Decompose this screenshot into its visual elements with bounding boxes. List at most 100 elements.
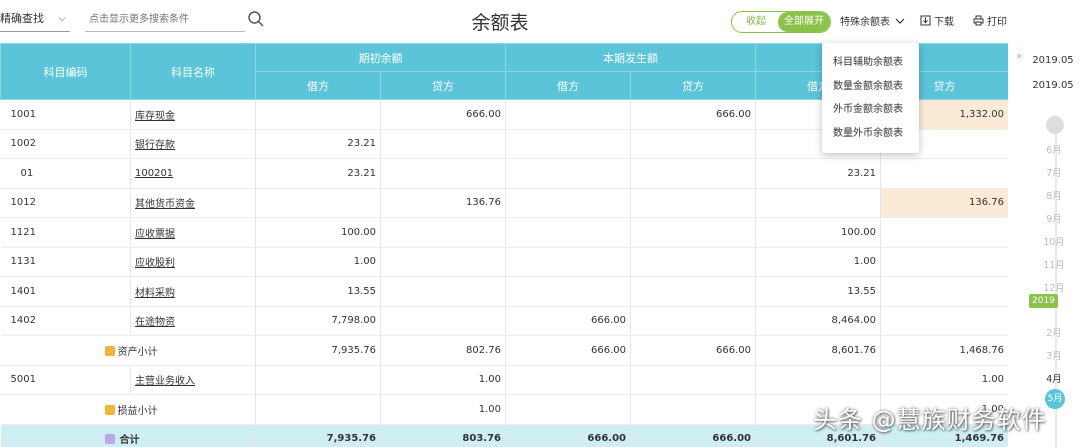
header-name: 科目名称 [130, 43, 256, 100]
table-row[interactable]: 01 100201 23.21 23.21 [0, 158, 1008, 189]
current-credit [630, 276, 756, 307]
month-item[interactable]: 7月 [1028, 165, 1080, 179]
month-item[interactable]: 9月 [1028, 211, 1080, 225]
menu-item-qty-fx-balance[interactable]: 数量外币余额表 [822, 122, 919, 146]
account-link[interactable]: 银行存款 [130, 129, 256, 159]
account-link[interactable]: 主营业务收入 [130, 365, 256, 395]
closing-credit: 1.00 [880, 365, 1008, 395]
total-label: 合计 [119, 435, 140, 447]
subtotal-label: 资产小计 [117, 346, 158, 358]
table-row[interactable]: 5001 主营业务收入 1.00 1.00 [0, 365, 1008, 395]
opening-credit [380, 247, 506, 277]
row-code: 1012 [0, 188, 131, 218]
month-item[interactable]: 4月 [1028, 371, 1080, 385]
current-credit: 666.00 [630, 99, 756, 130]
header-current-debit: 借方 [505, 71, 631, 100]
search-mode-select[interactable]: 精确查找 ⌵ [0, 8, 70, 32]
row-code: 5001 [0, 365, 131, 395]
closing-credit [880, 247, 1008, 277]
month-item[interactable]: 11月 [1028, 257, 1080, 271]
current-debit [505, 217, 631, 248]
opening-debit: 23.21 [255, 158, 381, 189]
account-link[interactable]: 在途物资 [130, 306, 256, 336]
table-row[interactable]: 1012 其他货币资金 136.76 136.76 [0, 188, 1008, 218]
current-credit: 666.00 [630, 335, 756, 366]
opening-credit [380, 129, 506, 159]
menu-item-qty-amount-balance[interactable]: 数量金额余额表 [822, 75, 919, 99]
row-code: 1121 [0, 217, 131, 248]
account-link[interactable]: 库存现金 [130, 99, 256, 130]
header-opening-credit: 贷方 [380, 71, 506, 100]
month-item[interactable]: 3月 [1028, 348, 1080, 362]
menu-item-fx-amount-balance[interactable]: 外币金额余额表 [822, 98, 919, 122]
current-credit [630, 188, 756, 218]
folder-icon [104, 345, 115, 356]
period-end[interactable]: 2019.05 [1026, 80, 1080, 91]
opening-credit: 136.76 [380, 188, 506, 218]
current-credit [630, 306, 756, 336]
search-icon[interactable] [247, 10, 265, 28]
opening-debit: 7,935.76 [255, 335, 381, 366]
table-row[interactable]: 1401 材料采购 13.55 13.55 [0, 276, 1008, 307]
opening-debit [255, 365, 381, 395]
month-item[interactable]: 6月 [1028, 142, 1080, 156]
month-item[interactable]: 8月 [1028, 188, 1080, 202]
row-code: 01 [0, 158, 131, 189]
header-current-credit: 贷方 [630, 71, 756, 100]
subtotal-label-cell: 资产小计 [0, 335, 256, 366]
row-code: 1401 [0, 276, 131, 307]
search-input[interactable] [85, 8, 245, 32]
header-current: 本期发生额 [505, 43, 756, 72]
closing-debit: 23.21 [755, 158, 881, 189]
closing-credit: 1,468.76 [880, 335, 1008, 366]
current-debit [505, 276, 631, 307]
current-credit: 666.00 [630, 424, 756, 447]
current-debit [505, 394, 631, 425]
row-code: 1131 [0, 247, 131, 277]
opening-debit: 23.21 [255, 129, 381, 159]
account-link[interactable]: 应收股利 [130, 247, 256, 277]
table-row[interactable]: 1121 应收票据 100.00 100.00 [0, 217, 1008, 248]
period-start[interactable]: 2019.05 [1026, 55, 1080, 66]
row-code: 1001 [0, 99, 131, 130]
expand-toggle[interactable]: 收起 全部展开 [731, 11, 831, 33]
current-debit: 666.00 [505, 424, 631, 447]
menu-item-aux-balance[interactable]: 科目辅助余额表 [822, 51, 919, 75]
current-debit [505, 158, 631, 189]
current-debit [505, 365, 631, 395]
table-row[interactable]: 1402 在途物资 7,798.00 666.00 8,464.00 [0, 306, 1008, 336]
special-balance-button[interactable]: 特殊余额表 [840, 13, 905, 28]
sum-icon [104, 434, 115, 445]
printer-icon [973, 15, 984, 26]
current-credit [630, 158, 756, 189]
closing-credit [880, 276, 1008, 307]
account-link[interactable]: 应收票据 [130, 217, 256, 248]
total-label-cell: 合计 [0, 424, 256, 447]
account-link[interactable]: 其他货币资金 [130, 188, 256, 218]
account-link[interactable]: 100201 [130, 158, 256, 189]
month-item[interactable]: 2月 [1028, 325, 1080, 339]
account-link[interactable]: 材料采购 [130, 276, 256, 307]
expand-all-button[interactable]: 全部展开 [778, 12, 830, 32]
collapse-button[interactable]: 收起 [732, 12, 780, 32]
current-credit [630, 394, 756, 425]
month-item[interactable]: 10月 [1028, 234, 1080, 248]
special-balance-menu: 科目辅助余额表 数量金额余额表 外币金额余额表 数量外币余额表 [822, 43, 919, 153]
export-button[interactable]: 下载 [920, 13, 954, 28]
month-item[interactable]: 12月 [1028, 280, 1080, 294]
opening-debit: 1.00 [255, 247, 381, 277]
toolbar: 精确查找 ⌵ 余额表 收起 全部展开 特殊余额表 下载 打印 [0, 0, 1080, 42]
timeline-up-knob[interactable] [1046, 116, 1064, 134]
double-chevron-right-icon[interactable]: » [1016, 51, 1022, 62]
opening-credit: 802.76 [380, 335, 506, 366]
opening-credit: 1.00 [380, 365, 506, 395]
opening-debit: 7,935.76 [255, 424, 381, 447]
opening-credit: 666.00 [380, 99, 506, 130]
special-balance-label: 特殊余额表 [840, 17, 890, 28]
opening-credit [380, 306, 506, 336]
current-month[interactable]: 5月 [1045, 389, 1065, 409]
current-debit: 666.00 [505, 306, 631, 336]
download-icon [920, 15, 931, 26]
table-row[interactable]: 1131 应收股利 1.00 1.00 [0, 247, 1008, 277]
print-button[interactable]: 打印 [973, 13, 1007, 28]
